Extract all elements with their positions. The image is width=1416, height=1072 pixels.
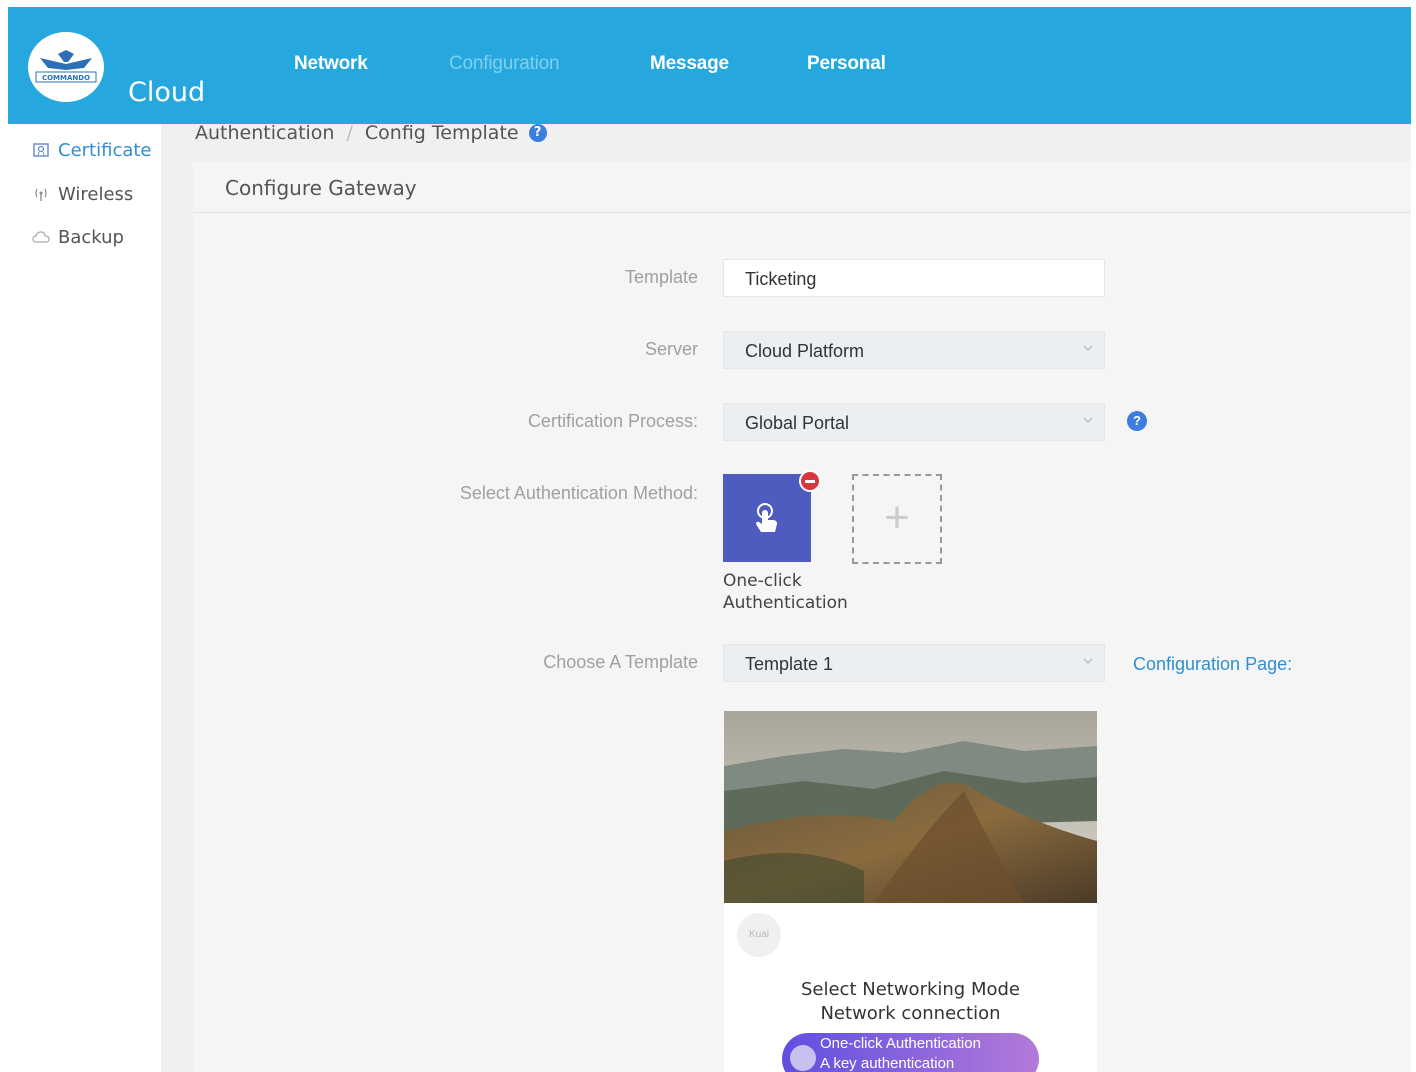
wireless-icon: [32, 185, 50, 203]
nav-message[interactable]: Message: [650, 53, 729, 75]
template-input[interactable]: Ticketing: [723, 259, 1105, 297]
nav-network[interactable]: Network: [294, 53, 368, 75]
certification-process-label: Certification Process:: [527, 411, 698, 431]
chevron-down-icon: [1083, 658, 1093, 664]
server-label: Server: [644, 339, 698, 359]
sidebar-item-wireless[interactable]: Wireless: [32, 182, 133, 206]
server-select[interactable]: Cloud Platform: [723, 331, 1105, 369]
chevron-down-icon: [1083, 417, 1093, 423]
sidebar: Certificate Wireless Backup: [8, 124, 161, 1072]
breadcrumb-parent[interactable]: Authentication: [195, 122, 334, 144]
nav-configuration[interactable]: Configuration: [449, 53, 560, 75]
tap-finger-icon: [756, 503, 777, 532]
app-frame: COMMANDO Cloud Network Configuration Mes…: [8, 7, 1411, 1072]
logo-text: COMMANDO: [41, 74, 91, 82]
server-select-value: Cloud Platform: [745, 341, 865, 361]
sidebar-item-label: Certificate: [58, 139, 152, 161]
mountain-landscape-image: [724, 711, 1097, 903]
one-click-auth-tile[interactable]: [723, 474, 811, 562]
help-icon[interactable]: ?: [528, 124, 547, 142]
sidebar-item-label: Backup: [58, 226, 124, 248]
preview-button-line1: One-click Authentication: [820, 1035, 981, 1052]
preview-logo: Kuai: [737, 913, 781, 957]
remove-method-button[interactable]: [799, 470, 821, 492]
certification-process-select[interactable]: Global Portal: [723, 403, 1105, 441]
choose-template-select[interactable]: Template 1: [723, 644, 1105, 682]
configuration-page-link[interactable]: Configuration Page:: [1133, 654, 1292, 675]
preview-title: Select Networking Mode: [800, 979, 1020, 1000]
help-icon[interactable]: ?: [1127, 411, 1147, 431]
sidebar-item-certificate[interactable]: Certificate: [32, 138, 152, 162]
preview-subtitle: Network connection: [820, 1003, 1001, 1024]
top-header: COMMANDO Cloud Network Configuration Mes…: [8, 7, 1411, 124]
nav-personal[interactable]: Personal: [807, 53, 886, 75]
panel-title: Configure Gateway: [225, 176, 417, 200]
choose-template-label: Choose A Template: [543, 652, 698, 672]
breadcrumb: Authentication / Config Template ?: [195, 122, 547, 144]
breadcrumb-current: Config Template: [364, 122, 519, 144]
sidebar-item-label: Wireless: [58, 183, 134, 205]
certification-process-value: Global Portal: [745, 413, 850, 433]
template-preview: Kuai Select Networking Mode Network conn…: [724, 711, 1097, 1072]
auth-method-label: Select Authentication Method:: [459, 483, 698, 503]
brand-name: Cloud: [128, 77, 206, 108]
breadcrumb-separator: /: [346, 122, 353, 144]
panel-header: Configure Gateway: [193, 162, 1411, 213]
add-auth-method-button[interactable]: +: [852, 474, 942, 564]
choose-template-value: Template 1: [745, 654, 834, 674]
certificate-icon: [32, 141, 50, 159]
cloud-icon: [32, 228, 50, 246]
preview-button-icon: [790, 1045, 816, 1071]
configure-gateway-panel: Configure Gateway Template Ticketing Ser…: [193, 162, 1411, 1072]
preview-button-line2: A key authentication: [820, 1055, 955, 1072]
brand-logo[interactable]: COMMANDO: [28, 32, 104, 102]
eagle-icon: [35, 50, 97, 83]
template-label: Template: [624, 267, 698, 287]
auth-method-caption: One-click Authentication: [723, 571, 848, 613]
preview-one-click-button: One-click Authentication A key authentic…: [782, 1033, 1039, 1072]
sidebar-item-backup[interactable]: Backup: [32, 225, 124, 249]
chevron-down-icon: [1083, 345, 1093, 351]
